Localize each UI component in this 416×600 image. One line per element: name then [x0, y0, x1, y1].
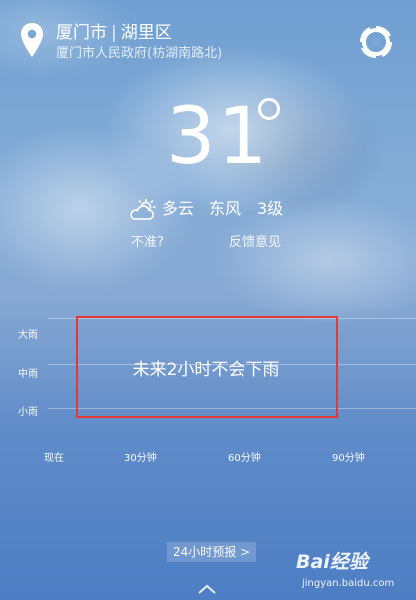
y-label-moderate-rain: 中雨 — [18, 369, 38, 380]
degree-symbol — [258, 98, 280, 120]
watermark-url: jingyan.baidu.com — [302, 578, 395, 589]
address-text: 厦门市人民政府(枋湖南路北) — [56, 46, 223, 61]
district-name: 湖里区 — [120, 23, 172, 43]
location-title[interactable]: 厦门市 | 湖里区 — [56, 22, 172, 44]
weather-condition: 多云 — [162, 199, 195, 218]
highlight-box — [76, 316, 338, 418]
baidu-jingyan-watermark: Bai经验 jingyan.baidu.com — [296, 550, 412, 596]
swirl-logo-icon[interactable] — [356, 22, 396, 62]
wind-level: 3级 — [257, 199, 284, 218]
x-label-now: 现在 — [44, 453, 64, 464]
chevron-up-icon[interactable] — [196, 582, 218, 596]
x-label-60min: 60分钟 — [228, 453, 261, 464]
x-label-30min: 30分钟 — [124, 453, 157, 464]
watermark-logo: Bai经验 — [296, 551, 368, 573]
y-label-heavy-rain: 大雨 — [18, 330, 38, 341]
forecast-24h-button[interactable]: 24小时预报 > — [167, 542, 257, 562]
partly-cloudy-icon — [130, 199, 156, 220]
city-name: 厦门市 — [56, 23, 107, 43]
temperature-value: 31 — [166, 92, 270, 182]
y-label-light-rain: 小雨 — [18, 407, 38, 418]
location-pin-icon[interactable] — [20, 22, 44, 58]
title-separator: | — [111, 23, 117, 43]
wind-direction: 东风 — [209, 199, 242, 218]
x-label-90min: 90分钟 — [332, 453, 365, 464]
feedback-link[interactable]: 反馈意见 — [229, 235, 281, 251]
inaccurate-link[interactable]: 不准? — [131, 235, 164, 251]
